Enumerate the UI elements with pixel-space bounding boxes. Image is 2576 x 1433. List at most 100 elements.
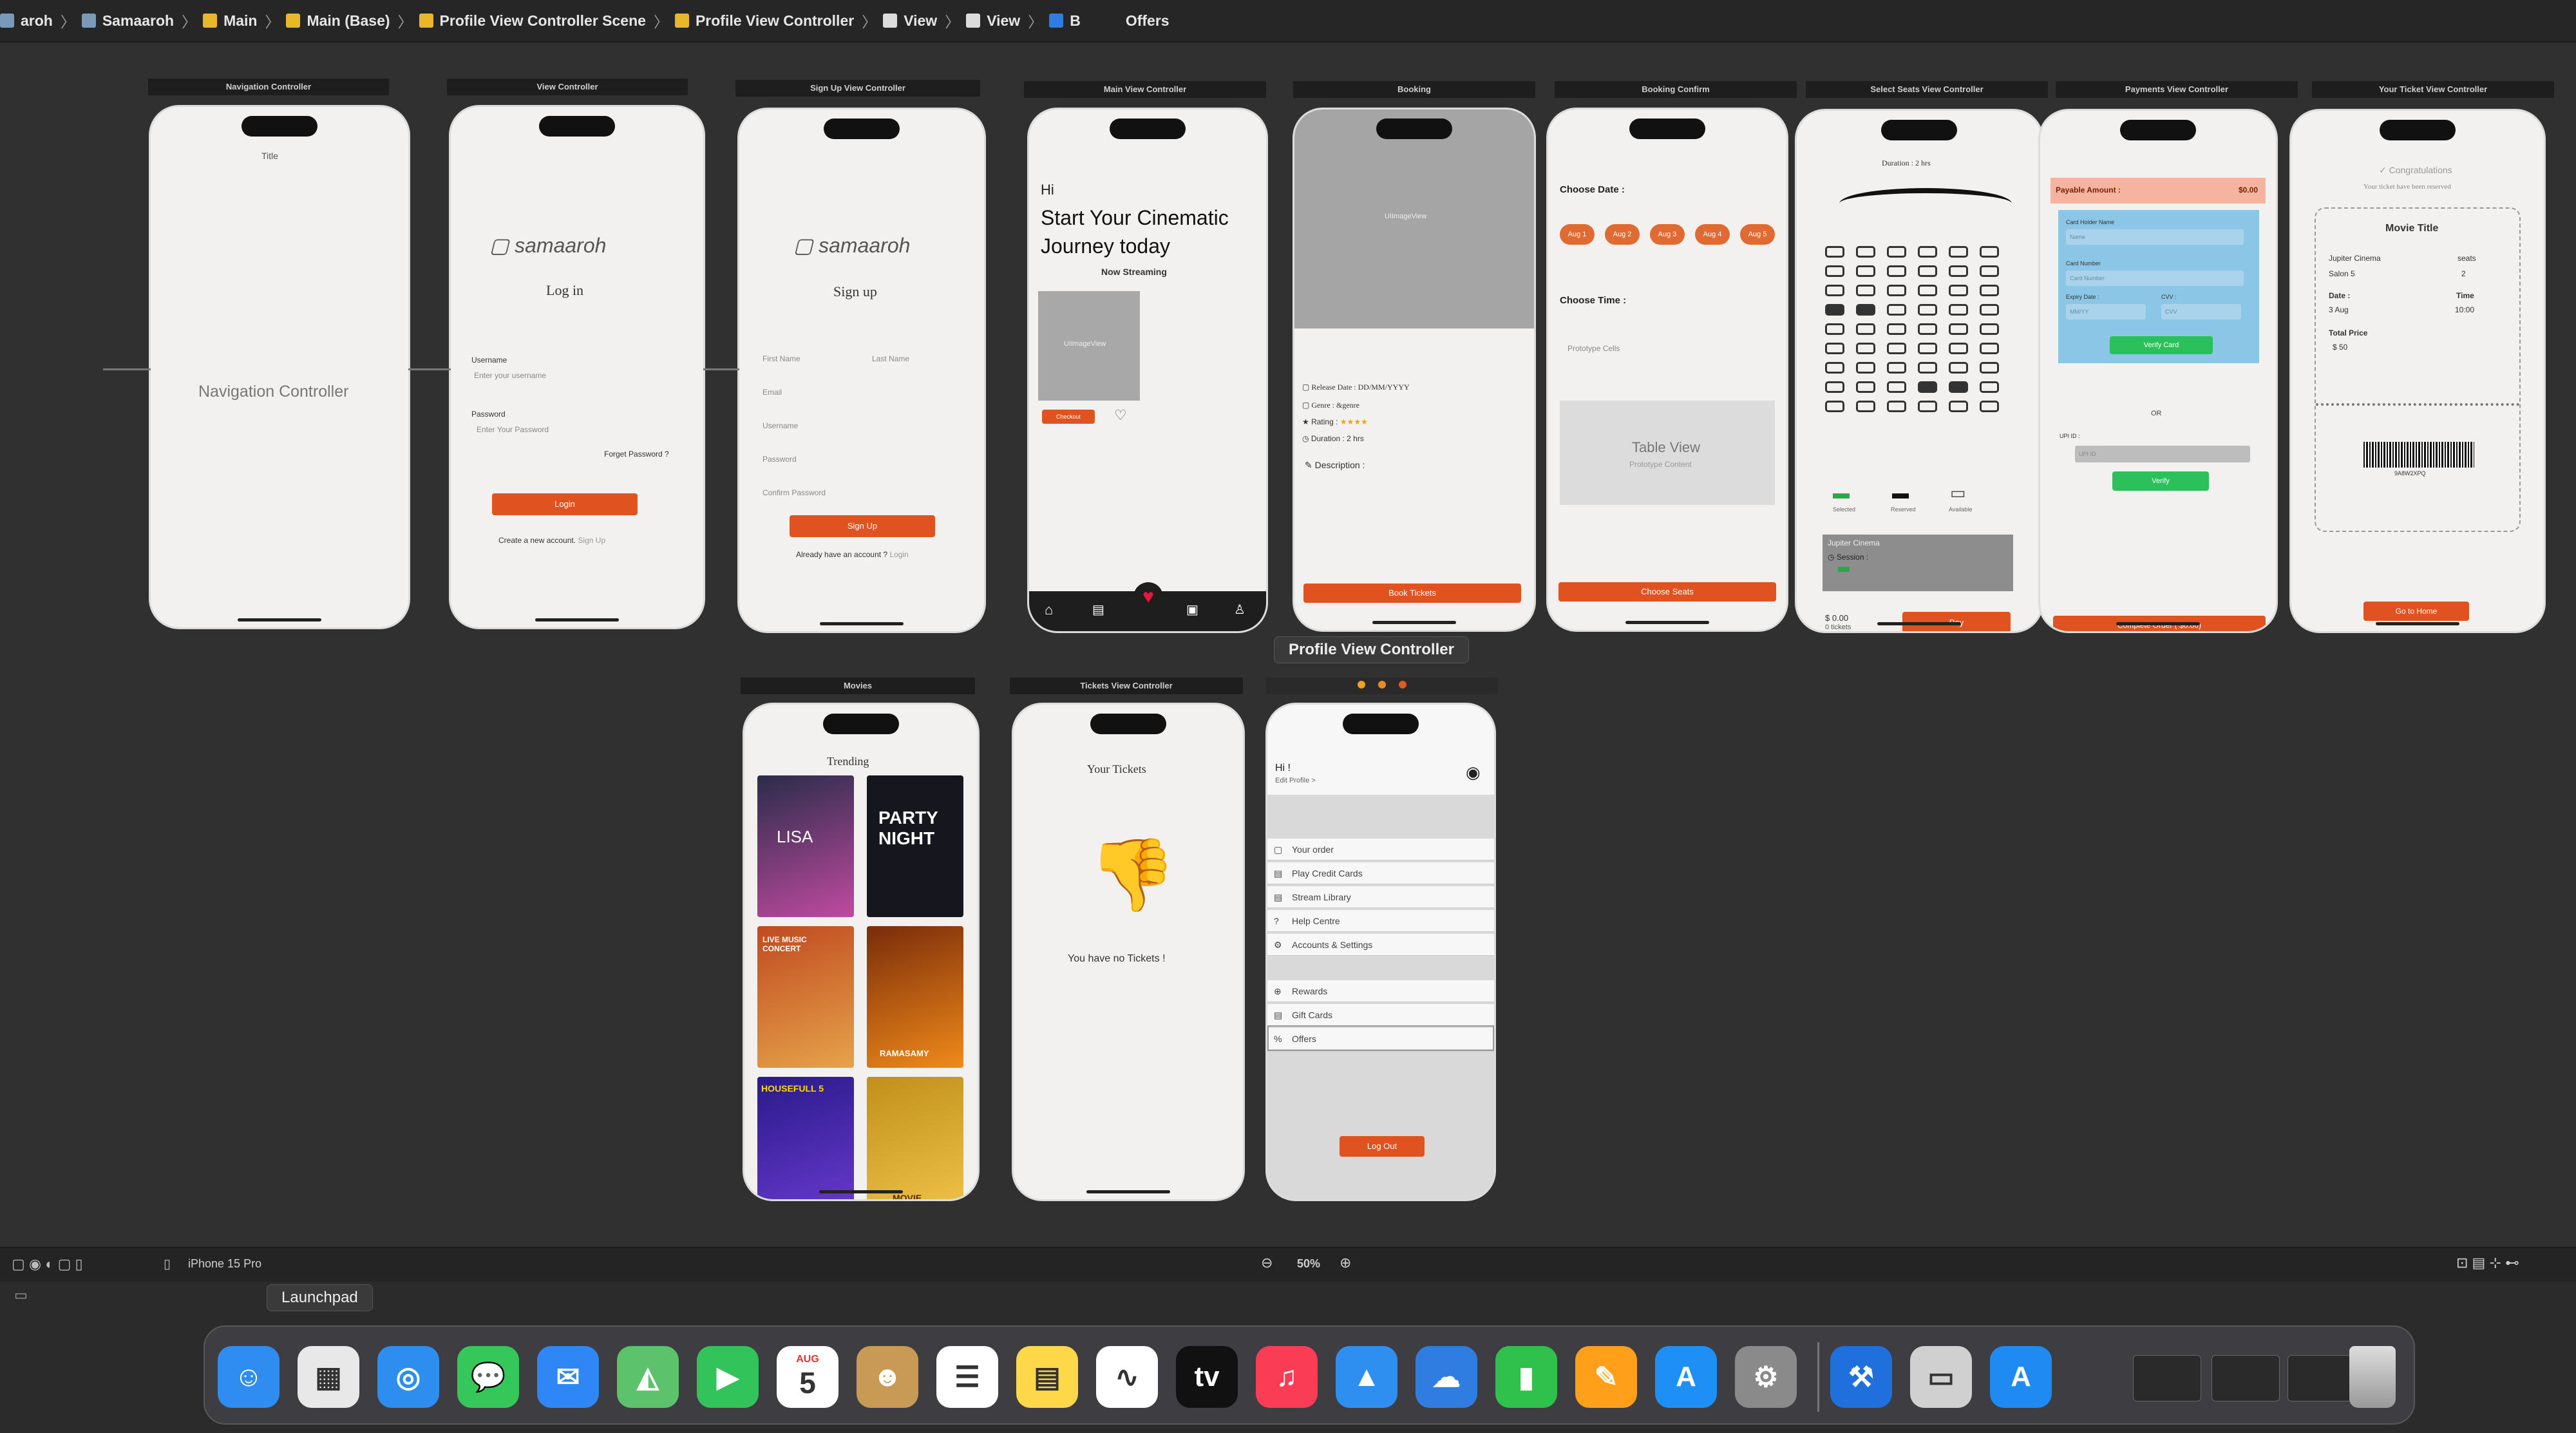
seat[interactable]: [1825, 246, 1844, 258]
breadcrumb-item[interactable]: Profile View Controller Scene 〉: [419, 10, 668, 32]
seat[interactable]: [1825, 265, 1844, 277]
seat[interactable]: [1918, 304, 1937, 316]
poster-1[interactable]: LISA: [757, 775, 854, 917]
scene-bar-movies[interactable]: Movies: [741, 678, 975, 694]
dock-app-messages[interactable]: 💬: [457, 1346, 519, 1408]
scene-bar-tickets[interactable]: Tickets View Controller: [1010, 678, 1243, 694]
choose-seats-button[interactable]: Choose Seats: [1558, 582, 1776, 602]
storyboard-canvas[interactable]: Navigation Controller Title Navigation C…: [0, 43, 2576, 1247]
profile-menu-item[interactable]: ▤ Stream Library: [1267, 886, 1494, 908]
movies-scene[interactable]: Trending LISA PARTY NIGHT LIVE MUSIC CON…: [744, 705, 978, 1199]
cvv-field[interactable]: CVV: [2161, 304, 2241, 319]
poster-6[interactable]: MOVIE: [867, 1077, 963, 1199]
ticket-scene[interactable]: ✓ Congratulations Your ticket have been …: [2291, 111, 2544, 631]
profile-menu-item[interactable]: ? Help Centre: [1267, 910, 1494, 932]
payment-scene[interactable]: Payable Amount : $0.00 Card Holder Name …: [2040, 111, 2276, 631]
navigation-controller-scene[interactable]: Title Navigation Controller: [151, 107, 408, 627]
seat[interactable]: [1825, 401, 1844, 412]
seat[interactable]: [1856, 265, 1875, 277]
seat[interactable]: [1887, 362, 1906, 374]
dock-app-reminders[interactable]: ☰: [936, 1346, 998, 1408]
username-field[interactable]: Username: [762, 421, 798, 430]
seat[interactable]: [1856, 285, 1875, 296]
logout-button[interactable]: Log Out: [1340, 1136, 1425, 1157]
profile-avatar-icon[interactable]: ◉: [1466, 763, 1481, 783]
breadcrumb-item[interactable]: View 〉: [966, 10, 1043, 32]
checkout-button[interactable]: Checkout: [1042, 410, 1095, 424]
seat[interactable]: [1825, 285, 1844, 296]
signup-link[interactable]: Sign Up: [578, 536, 605, 545]
seat[interactable]: [1887, 285, 1906, 296]
profile-menu-item[interactable]: ⊕ Rewards: [1267, 980, 1494, 1002]
scene-bar-login[interactable]: View Controller: [447, 79, 688, 95]
seat[interactable]: [1980, 323, 1999, 335]
profile-menu-item[interactable]: ▤ Gift Cards: [1267, 1004, 1494, 1026]
cinema-panel[interactable]: Jupiter Cinema ◷ Session :: [1823, 535, 2013, 591]
seat[interactable]: [1949, 401, 1968, 412]
seat[interactable]: [1918, 362, 1937, 374]
poster-3[interactable]: LIVE MUSIC CONCERT: [757, 926, 854, 1068]
verify-card-button[interactable]: Verify Card: [2110, 336, 2213, 354]
breadcrumb-item[interactable]: Main 〉: [203, 10, 279, 32]
scene-bar-signup[interactable]: Sign Up View Controller: [735, 80, 980, 97]
poster-4[interactable]: RAMASAMY: [867, 926, 963, 1068]
breadcrumb-item[interactable]: aroh 〉: [0, 10, 75, 32]
confirm-password-field[interactable]: Confirm Password: [762, 488, 826, 497]
layout-icons[interactable]: ⊡ ▤ ⊹ ⊷: [2456, 1255, 2519, 1271]
seat[interactable]: [1949, 343, 1968, 354]
seat[interactable]: [1918, 323, 1937, 335]
scene-bar-ticket[interactable]: Your Ticket View Controller: [2312, 81, 2554, 98]
seats-scene[interactable]: Duration : 2 hrs ▬ ▬ ▭ Selected Reserved…: [1797, 111, 2041, 631]
email-field[interactable]: Email: [762, 388, 782, 397]
seat[interactable]: [1980, 401, 1999, 412]
dock-app-app-store[interactable]: A: [1655, 1346, 1717, 1408]
dock-app-xcode[interactable]: ⚒: [1830, 1346, 1892, 1408]
seat[interactable]: [1949, 246, 1968, 258]
dock-app-maps[interactable]: ◭: [617, 1346, 679, 1408]
dock-app-pages[interactable]: ✎: [1575, 1346, 1637, 1408]
seat[interactable]: [1887, 304, 1906, 316]
scene-bar-main[interactable]: Main View Controller: [1024, 81, 1266, 98]
minimized-window[interactable]: [2287, 1355, 2356, 1401]
profile-menu-item[interactable]: ▤ Play Credit Cards: [1267, 862, 1494, 884]
poster-2[interactable]: PARTY NIGHT: [867, 775, 963, 917]
seat[interactable]: [1887, 343, 1906, 354]
seat[interactable]: [1980, 343, 1999, 354]
profile-tab-icon[interactable]: ♙: [1234, 602, 1245, 618]
seat[interactable]: [1856, 343, 1875, 354]
login-link[interactable]: Login: [889, 550, 908, 559]
seat[interactable]: [1949, 265, 1968, 277]
session-chip[interactable]: [1838, 567, 1850, 572]
seat[interactable]: [1825, 343, 1844, 354]
dock-app-launchpad[interactable]: ▦: [298, 1346, 359, 1408]
seat[interactable]: [1887, 401, 1906, 412]
seat[interactable]: [1980, 265, 1999, 277]
upi-field[interactable]: UPI ID: [2075, 446, 2250, 462]
scene-bar-booking-confirm[interactable]: Booking Confirm: [1555, 81, 1797, 98]
seat[interactable]: [1918, 381, 1937, 393]
panel-icons[interactable]: ▢ ◉ ◐ ▢ ▯: [12, 1256, 83, 1273]
verify-upi-button[interactable]: Verify: [2112, 471, 2209, 491]
seat[interactable]: [1825, 323, 1844, 335]
breadcrumb-item[interactable]: Profile View Controller 〉: [674, 10, 876, 32]
username-field[interactable]: Enter your username: [474, 371, 546, 380]
dock-app-facetime[interactable]: ▶: [697, 1346, 759, 1408]
date-chip[interactable]: Aug 3: [1650, 224, 1685, 245]
movies-tab-icon[interactable]: ▤: [1092, 602, 1104, 618]
card-holder-field[interactable]: Name: [2066, 229, 2244, 245]
dock-app-freeform[interactable]: ∿: [1096, 1346, 1158, 1408]
seat[interactable]: [1825, 381, 1844, 393]
dock-app-music[interactable]: ♫: [1256, 1346, 1318, 1408]
date-chip[interactable]: Aug 2: [1605, 224, 1640, 245]
seat[interactable]: [1980, 246, 1999, 258]
scene-bar-booking[interactable]: Booking: [1293, 81, 1535, 98]
login-scene[interactable]: ▢ samaaroh Log in Username Enter your us…: [451, 107, 703, 627]
zoom-out-icon[interactable]: ⊖: [1261, 1255, 1273, 1271]
breadcrumb-item[interactable]: Offers: [1126, 12, 1170, 30]
seat[interactable]: [1980, 304, 1999, 316]
dock-app-weather[interactable]: ☁: [1416, 1346, 1477, 1408]
seat[interactable]: [1856, 304, 1875, 316]
seat[interactable]: [1918, 265, 1937, 277]
seat[interactable]: [1980, 381, 1999, 393]
scene-bar-profile[interactable]: [1266, 678, 1498, 694]
